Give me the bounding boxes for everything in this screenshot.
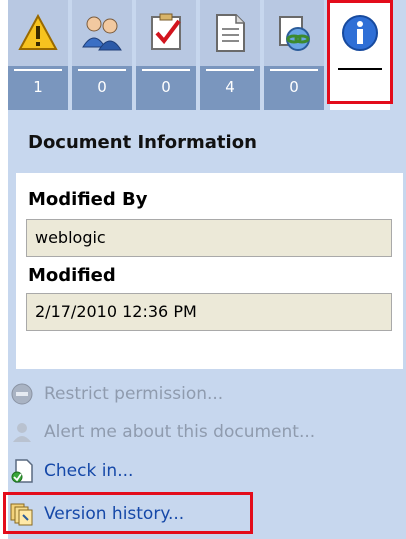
- alert-me-label: Alert me about this document...: [44, 422, 316, 442]
- alert-person-icon: [8, 418, 36, 446]
- tab-count: 0: [97, 78, 107, 96]
- task-checklist-icon: [136, 0, 196, 66]
- tab-divider: [14, 69, 62, 71]
- tab-info[interactable]: [330, 0, 390, 110]
- version-history-label: Version history...: [44, 504, 185, 524]
- tab-divider: [206, 69, 254, 71]
- tab-divider: [142, 69, 190, 71]
- restrict-permission-action: Restrict permission...: [8, 378, 223, 410]
- info-icon: [330, 0, 390, 66]
- check-in-icon: [8, 457, 36, 485]
- modified-field: 2/17/2010 12:36 PM: [26, 293, 392, 331]
- tab-warnings[interactable]: 1: [8, 0, 68, 110]
- modified-by-label: Modified By: [28, 189, 148, 210]
- tab-tasks[interactable]: 0: [136, 0, 196, 110]
- no-entry-icon: [8, 380, 36, 408]
- document-info-box: Modified By weblogic Modified 2/17/2010 …: [16, 173, 403, 369]
- modified-by-field: weblogic: [26, 219, 392, 257]
- tab-documents[interactable]: 4: [200, 0, 260, 110]
- users-icon: [72, 0, 132, 66]
- document-icon: [200, 0, 260, 66]
- document-task-pane: 1 0 0 4 0 Document Information Modified …: [3, 0, 406, 539]
- tab-count: 0: [289, 78, 299, 96]
- restrict-permission-label: Restrict permission...: [44, 384, 224, 404]
- tab-divider: [338, 68, 382, 70]
- version-history-action[interactable]: Version history...: [8, 498, 184, 530]
- version-history-icon: [8, 500, 36, 528]
- link-icon: [264, 0, 324, 66]
- check-in-label: Check in...: [44, 461, 134, 481]
- tab-count: 4: [225, 78, 235, 96]
- tab-links[interactable]: 0: [264, 0, 324, 110]
- tab-strip: 1 0 0 4 0: [8, 0, 406, 110]
- tab-divider: [270, 69, 318, 71]
- alert-me-action: Alert me about this document...: [8, 416, 315, 448]
- tab-count: 0: [161, 78, 171, 96]
- tab-count: 1: [33, 78, 43, 96]
- check-in-action[interactable]: Check in...: [8, 455, 133, 487]
- tab-people[interactable]: 0: [72, 0, 132, 110]
- tab-divider: [78, 69, 126, 71]
- modified-label: Modified: [28, 265, 116, 286]
- section-title: Document Information: [28, 132, 257, 153]
- warning-icon: [8, 0, 68, 66]
